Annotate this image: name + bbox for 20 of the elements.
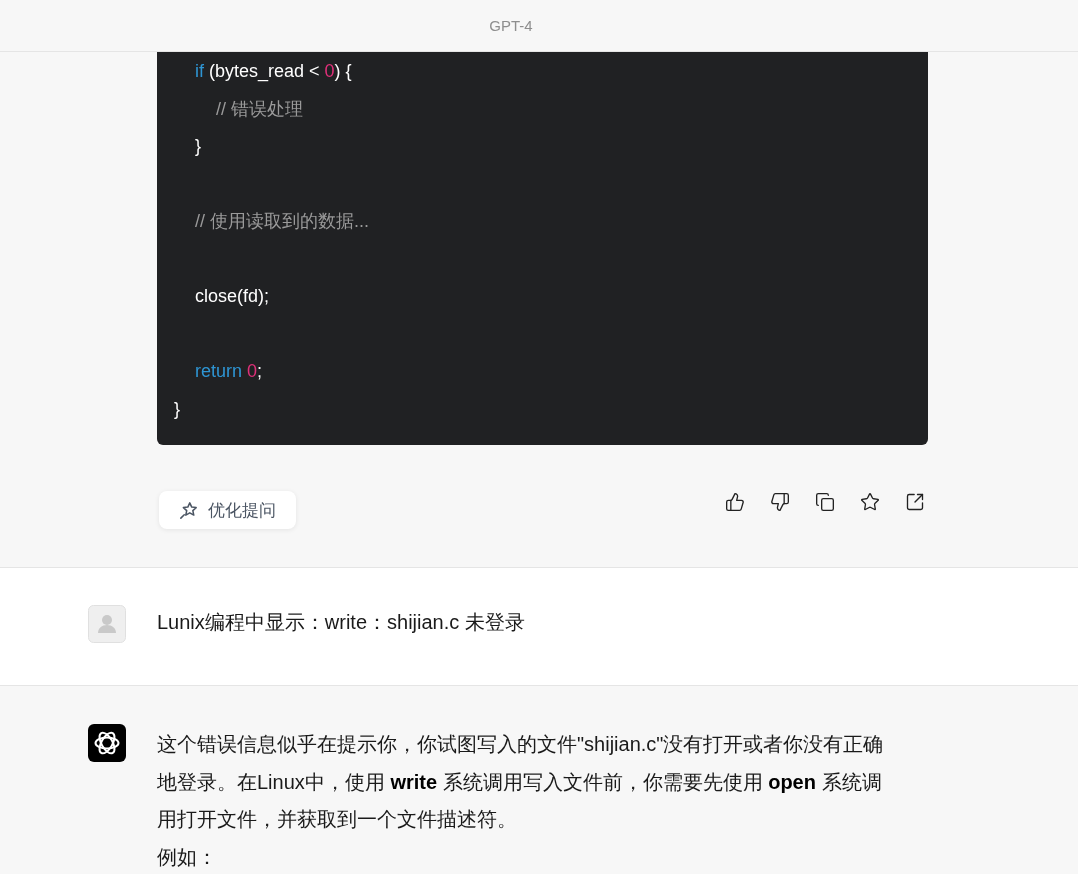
code-line: // 错误处理	[216, 97, 303, 121]
star-icon[interactable]	[860, 492, 880, 512]
star-wand-icon	[180, 501, 197, 519]
user-avatar-icon	[88, 605, 126, 643]
refine-prompt-button[interactable]: 优化提问	[159, 491, 296, 529]
message-text: Lunix编程中显示：write：shijian.c 未登录	[157, 610, 525, 635]
code-line: }	[195, 135, 201, 158]
copy-icon[interactable]	[815, 492, 835, 512]
code-line: if (bytes_read < 0) {	[195, 60, 352, 84]
message-text: 例如：	[157, 844, 217, 870]
code-line: return 0;	[195, 360, 263, 383]
message-text: 这个错误信息似乎在提示你，你试图写入的文件"shijian.c"没有打开或者你没有正确地登录。在Linux中，使用 write 系统调用写入文件前，你需要先使用 open 系统调用打开文件，并获取到一个文件描述符。	[157, 732, 885, 832]
code-line: close(fd);	[195, 285, 270, 308]
logo-icon	[88, 724, 126, 762]
thumbs-down-icon[interactable]	[770, 492, 790, 512]
code-line: }	[174, 397, 180, 421]
model-title: GPT-4	[489, 17, 533, 34]
code-line: // 使用读取到的数据...	[195, 210, 369, 233]
thumbs-up-icon[interactable]	[725, 492, 745, 512]
share-icon[interactable]	[905, 492, 925, 512]
